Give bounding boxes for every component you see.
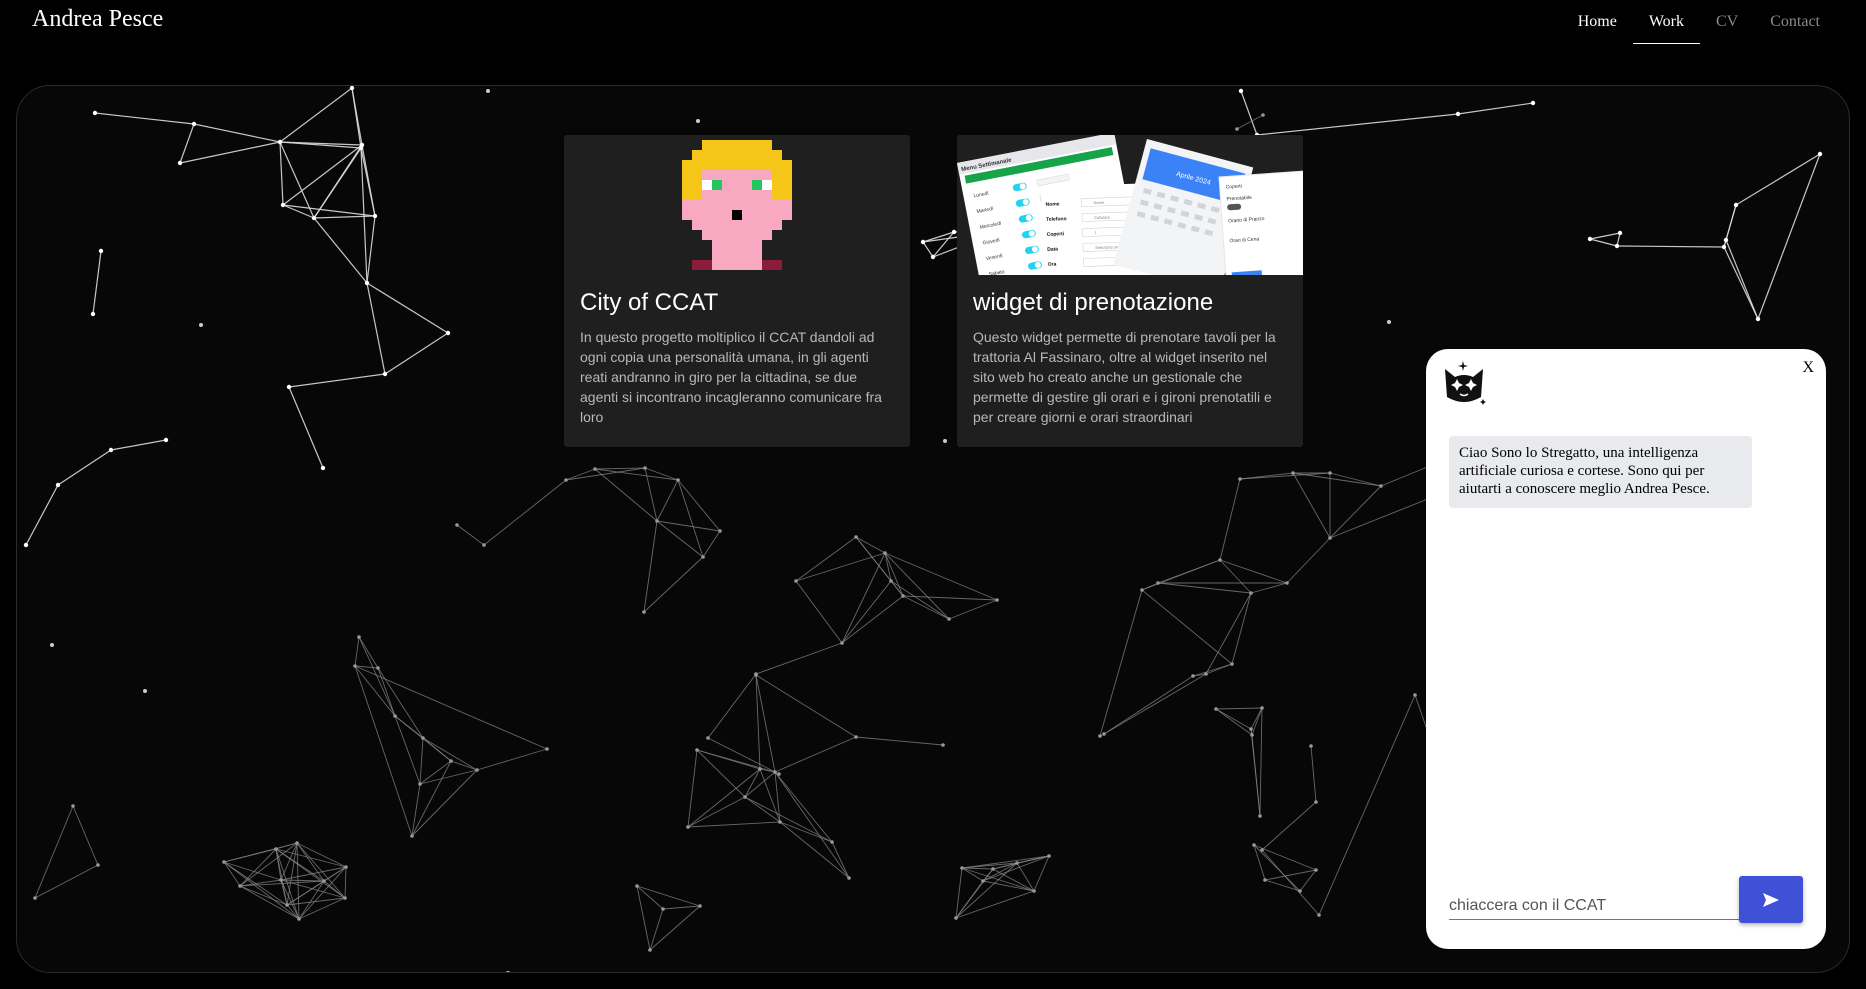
project-thumbnail	[564, 135, 910, 275]
send-icon	[1763, 892, 1779, 907]
project-title: widget di prenotazione	[973, 289, 1214, 316]
project-thumbnail: Menu Settimanale Lunedì Martedì Mercoledì G…	[957, 135, 1303, 275]
chat-send-button[interactable]	[1739, 876, 1803, 923]
project-card-city-of-ccat[interactable]: City of CCAT In questo progetto moltipli…	[564, 135, 910, 447]
svg-text:Telefono: Telefono	[1046, 216, 1067, 223]
project-description: Questo widget permette di prenotare tavo…	[973, 329, 1276, 425]
chat-input-container	[1449, 889, 1741, 920]
svg-text:Data: Data	[1047, 246, 1058, 252]
svg-text:Cellulare: Cellulare	[1094, 215, 1111, 221]
svg-text:Ora: Ora	[1048, 262, 1057, 268]
chat-widget: X Ciao Sono lo Stregatto, una intelligen…	[1426, 349, 1826, 949]
svg-text:Nome: Nome	[1093, 200, 1105, 205]
booking-app-screenshot-image: Menu Settimanale LunedìMartedìMercoledìG…	[957, 135, 1303, 275]
svg-text:Coperti: Coperti	[1226, 183, 1243, 190]
chat-close-button[interactable]: X	[1802, 359, 1814, 377]
chat-input[interactable]	[1449, 889, 1741, 915]
cat-icon	[1445, 361, 1486, 405]
pixel-character-image	[682, 140, 792, 270]
project-card-widget-prenotazione[interactable]: Menu Settimanale Lunedì Martedì Mercoledì G…	[957, 135, 1303, 447]
chat-bot-message: Ciao Sono lo Stregatto, una intelligenza…	[1449, 436, 1752, 508]
svg-text:Nome: Nome	[1046, 201, 1060, 207]
project-title: City of CCAT	[580, 289, 719, 316]
project-description: In questo progetto moltiplico il CCAT da…	[580, 329, 882, 425]
svg-text:Coperti: Coperti	[1047, 231, 1065, 238]
